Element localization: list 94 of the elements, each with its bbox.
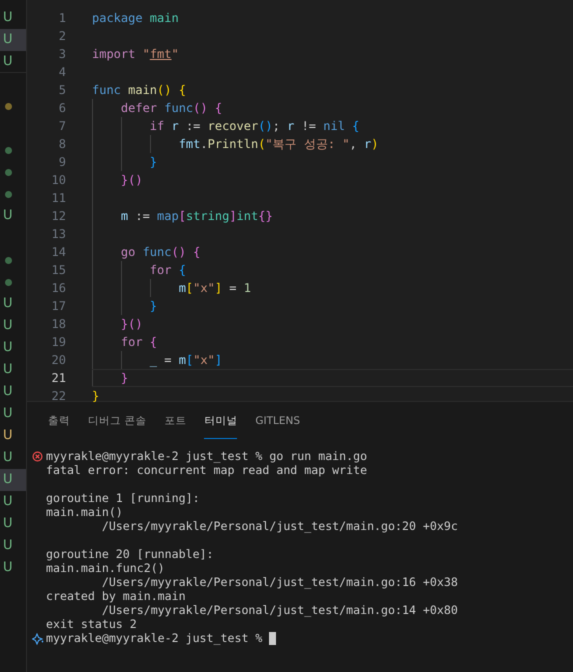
line-number: 7 [58,118,66,135]
code-line: } [120,370,128,386]
line-number: 15 [50,262,66,279]
terminal-line: goroutine 1 [running]: [46,491,200,505]
sidebar-row[interactable]: U [0,513,26,535]
git-status-letter: U [3,32,13,48]
git-status-letter: U [3,406,13,422]
code-line: }() [120,172,143,188]
terminal-line: fatal error: concurrent map read and map write [46,463,368,477]
sidebar-row[interactable]: U [0,29,26,51]
git-status-letter: U [3,362,13,378]
line-number: 11 [50,190,66,207]
git-status-letter: U [3,384,13,400]
panel-tab[interactable]: 터미널 [204,410,238,439]
line-number: 10 [50,172,66,189]
line-number: 3 [58,46,66,63]
sidebar-row[interactable]: U [0,447,26,469]
line-number: 16 [50,280,66,297]
line-number: 1 [58,10,66,27]
code-line: for { [148,262,186,278]
git-status-letter: U [3,318,13,334]
sidebar-row[interactable]: U [0,337,26,359]
sidebar-row[interactable]: U [0,403,26,425]
code-line: m["x"] = 1 [178,280,251,296]
sidebar-row[interactable]: U [0,205,26,227]
code-line: go func() { [120,244,200,260]
line-number: 2 [58,28,66,45]
line-number: 20 [50,352,66,369]
sidebar-row[interactable]: U [0,315,26,337]
line-number: 22 [50,388,66,405]
line-number: 12 [50,208,66,225]
line-number: 18 [50,316,66,333]
terminal-line: /Users/myyrakle/Personal/just_test/main.go:16 +0x38 [100,575,458,589]
git-status-letter: U [3,10,13,26]
git-status-letter: U [3,516,13,532]
sidebar-row[interactable]: U [0,293,26,315]
sidebar-row[interactable]: U [0,469,26,491]
error-icon [32,451,43,462]
git-status-letter: U [3,560,13,576]
sidebar-row[interactable]: U [0,51,26,73]
panel-tab[interactable]: 포트 [164,410,186,439]
terminal-line: exit status 2 [46,617,137,631]
line-number: 6 [58,100,66,117]
git-status-letter: U [3,538,13,554]
sidebar-row[interactable]: U [0,7,26,29]
git-status-letter: U [3,296,13,312]
line-number: 13 [50,226,66,243]
line-number: 21 [50,370,66,387]
terminal-line: /Users/myyrakle/Personal/just_test/main.go:14 +0x80 [100,603,458,617]
code-line: } [148,154,158,170]
git-status-letter: U [3,340,13,356]
terminal-line: goroutine 20 [runnable]: [46,547,214,561]
panel-tab[interactable]: 디버그 콘솔 [88,410,146,439]
code-line: } [148,298,158,314]
code-line: }() [120,316,143,332]
git-status-letter: U [3,208,13,224]
line-number: 17 [50,298,66,315]
terminal-cursor [269,632,276,644]
sparkle-icon [32,633,44,645]
code-line: if r := recover(); r != nil { [148,118,360,134]
panel-tab[interactable]: 출력 [48,410,70,439]
line-number: 4 [58,64,66,81]
code-line: import "fmt" [92,46,179,62]
terminal-line: /Users/myyrakle/Personal/just_test/main.go:20 +0x9c [100,519,458,533]
code-line: defer func() { [120,100,222,116]
terminal-line: myyrakle@myyrakle-2 just_test % go run main.go [46,449,368,463]
sidebar-row[interactable]: U [0,359,26,381]
line-number: 5 [58,82,66,99]
sidebar-row[interactable]: U [0,535,26,557]
code-line: for { [120,334,158,350]
terminal-line: created by main.main [46,589,186,603]
line-number: 14 [50,244,66,261]
code-line: package main [92,10,179,26]
code-line: m := map[string]int{} [120,208,273,224]
sidebar-row[interactable]: U [0,425,26,447]
code-line: _ = m["x"] [148,352,222,368]
terminal-line: myyrakle@myyrakle-2 just_test % [46,631,262,645]
terminal-line: main.main() [46,505,123,519]
line-number: 19 [50,334,66,351]
sidebar-row[interactable]: U [0,491,26,513]
git-status-letter: U [3,54,13,70]
terminal-line: main.main.func2() [46,561,165,575]
line-number: 9 [58,154,66,171]
panel-tab[interactable]: GITLENS [255,410,300,439]
line-number: 8 [58,136,66,153]
sidebar-row[interactable]: U [0,557,26,579]
code-line: fmt.Println("복구 성공: ", r) [178,136,378,152]
git-status-letter: U [3,472,13,488]
git-status-letter: U [3,428,13,444]
sidebar-row[interactable]: U [0,381,26,403]
code-line: func main() { [92,82,186,98]
git-status-letter: U [3,494,13,510]
code-line: } [92,388,100,404]
git-status-letter: U [3,450,13,466]
